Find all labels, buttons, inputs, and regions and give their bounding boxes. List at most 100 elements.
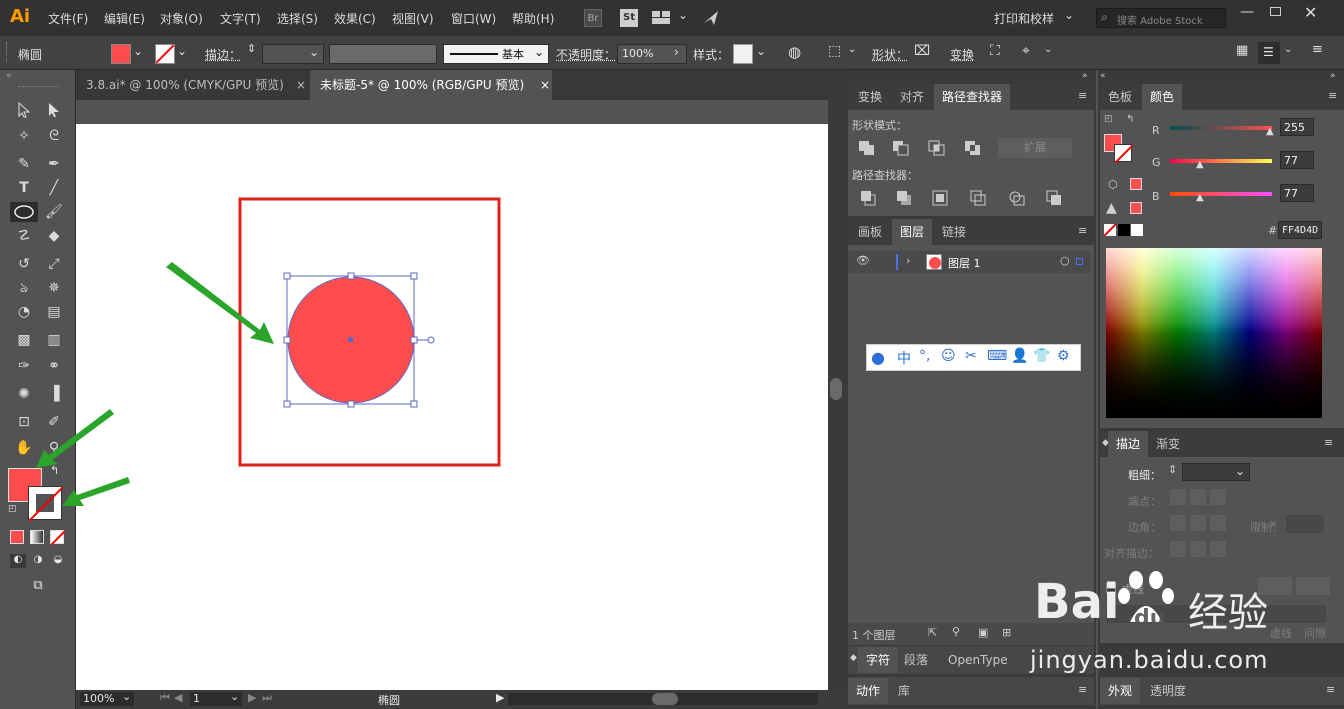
target-icon[interactable]: ○ — [1060, 254, 1070, 267]
tab-swatches[interactable]: 色板 — [1100, 84, 1140, 110]
tab-links[interactable]: 链接 — [934, 219, 974, 245]
ime-skin-icon[interactable]: 👕 — [1033, 348, 1050, 364]
divide-icon[interactable] — [860, 190, 878, 206]
arrange-panel-icon[interactable]: ▦ — [1236, 43, 1248, 58]
r-slider[interactable] — [1170, 126, 1272, 130]
panel-menu-icon[interactable]: ≡ — [1324, 436, 1333, 449]
panel-menu-icon[interactable]: ≡ — [1326, 683, 1335, 696]
hex-value-input[interactable]: FF4D4D — [1278, 221, 1322, 239]
align-center-button[interactable] — [1170, 541, 1186, 557]
panel-options-icon[interactable]: ≡ — [1312, 42, 1323, 57]
selection-indicator[interactable] — [1076, 258, 1083, 265]
ime-screenshot-icon[interactable]: ✂ — [965, 348, 977, 364]
color-spectrum[interactable] — [1106, 248, 1322, 418]
out-of-web-color-icon[interactable]: ⬡ — [1108, 178, 1118, 191]
g-slider[interactable] — [1170, 159, 1272, 163]
r-slider-thumb[interactable]: ▲ — [1266, 126, 1274, 137]
tab-align[interactable]: 对齐 — [892, 84, 932, 110]
miter-limit-input[interactable] — [1286, 515, 1324, 533]
b-slider[interactable] — [1170, 192, 1272, 196]
projecting-cap-button[interactable] — [1210, 489, 1226, 505]
tab-pathfinder[interactable]: 路径查找器 — [934, 84, 1011, 110]
tab-layers[interactable]: 图层 — [892, 219, 933, 245]
panel-menu-button[interactable]: ☰ — [1258, 42, 1280, 64]
miter-join-button[interactable] — [1170, 515, 1186, 531]
maximize-button[interactable] — [1270, 7, 1281, 16]
artboard-number-select[interactable]: 1 ⌄ — [190, 690, 242, 706]
exclude-icon[interactable] — [964, 140, 982, 156]
black-swatch[interactable] — [1118, 224, 1130, 236]
merge-icon[interactable] — [932, 190, 950, 206]
ime-logo-icon[interactable]: ● — [871, 348, 885, 367]
crop-icon[interactable] — [970, 190, 988, 206]
default-fill-stroke-icon[interactable]: ◰ — [1104, 114, 1113, 124]
tab-opentype[interactable]: OpenType — [940, 647, 1016, 673]
stock-search-input[interactable]: ⌕ 搜索 Adobe Stock — [1096, 8, 1226, 28]
new-sublayer-icon[interactable]: ⊞ — [1002, 626, 1011, 639]
bevel-join-button[interactable] — [1210, 515, 1226, 531]
workspace-switcher[interactable]: 打印和校样 — [994, 10, 1054, 27]
shape-bounds-icon[interactable]: ⌧ — [914, 43, 930, 59]
ime-chinese-mode[interactable]: 中 — [897, 348, 911, 368]
round-cap-button[interactable] — [1190, 489, 1206, 505]
horizontal-scrollbar[interactable] — [508, 693, 818, 705]
unite-icon[interactable] — [858, 140, 876, 156]
stroke-weight-input[interactable]: ⌄ — [1182, 463, 1250, 481]
align-outside-button[interactable] — [1210, 541, 1226, 557]
chevron-right-icon[interactable]: › — [906, 254, 910, 267]
web-safe-swatch[interactable] — [1130, 178, 1142, 190]
none-swatch[interactable] — [1104, 224, 1116, 236]
expand-button[interactable]: 扩展 — [998, 138, 1072, 158]
export-icon[interactable]: ⇱ — [928, 626, 937, 639]
align-inside-button[interactable] — [1190, 541, 1206, 557]
panel-menu-icon[interactable]: ≡ — [1328, 89, 1337, 102]
stepper-icon[interactable]: ⇕ — [1168, 463, 1177, 476]
stroke-color-box[interactable] — [1114, 144, 1133, 163]
chevron-down-icon[interactable]: ⌄ — [848, 44, 856, 55]
ime-keyboard-icon[interactable]: ⌨ — [987, 348, 1007, 364]
eye-icon[interactable]: 👁 — [856, 254, 870, 267]
transform-label[interactable]: 变换 — [950, 46, 974, 63]
tab-libraries[interactable]: 库 — [890, 678, 918, 704]
shape-label[interactable]: 形状： — [872, 46, 908, 63]
chevron-down-icon[interactable]: ⌄ — [1284, 44, 1292, 55]
expand-icon[interactable]: ◆ — [850, 653, 857, 663]
panel-menu-icon[interactable]: ≡ — [1078, 224, 1087, 237]
first-artboard-icon[interactable]: ⏮ — [160, 691, 170, 705]
tab-gradient[interactable]: 渐变 — [1148, 431, 1188, 457]
out-of-gamut-warning-icon[interactable]: ▲ — [1106, 200, 1117, 216]
layer-name[interactable]: 图层 1 — [948, 255, 981, 271]
outline-icon[interactable] — [1008, 190, 1026, 206]
round-join-button[interactable] — [1190, 515, 1206, 531]
previous-artboard-icon[interactable]: ◀ — [174, 691, 182, 704]
last-artboard-icon[interactable]: ⏭ — [262, 691, 272, 705]
gamut-swatch[interactable] — [1130, 202, 1142, 214]
close-window-button[interactable]: ✕ — [1304, 3, 1317, 22]
swap-fill-stroke-icon[interactable]: ↰ — [1126, 114, 1134, 125]
ime-punctuation-icon[interactable]: °, — [919, 348, 930, 364]
ime-user-icon[interactable]: 👤 — [1011, 348, 1028, 364]
layer-row[interactable]: 👁 › 图层 1 ○ — [848, 251, 1090, 273]
trim-icon[interactable] — [896, 190, 914, 206]
tab-paragraph[interactable]: 段落 — [896, 647, 936, 673]
minus-front-icon[interactable] — [892, 140, 910, 156]
minimize-button[interactable]: — — [1240, 4, 1254, 20]
tab-appearance[interactable]: 外观 — [1100, 678, 1141, 704]
tab-character[interactable]: 字符 — [858, 647, 899, 673]
r-value-input[interactable]: 255 — [1280, 118, 1314, 136]
tab-stroke[interactable]: 描边 — [1108, 431, 1149, 457]
ime-emoji-icon[interactable]: ☺ — [941, 348, 956, 364]
minus-back-icon[interactable] — [1046, 190, 1064, 206]
g-slider-thumb[interactable]: ▲ — [1196, 159, 1204, 170]
next-artboard-icon[interactable]: ▶ — [248, 691, 256, 704]
chevron-down-icon[interactable]: ⌄ — [1044, 44, 1052, 55]
b-value-input[interactable]: 77 — [1280, 184, 1314, 202]
locate-object-icon[interactable]: ⚲ — [952, 625, 960, 638]
collapse-icon[interactable]: » — [1082, 71, 1088, 81]
chevron-down-icon[interactable]: ⌄ — [1064, 8, 1074, 22]
zoom-level-select[interactable]: 100% ⌄ — [80, 690, 134, 706]
butt-cap-button[interactable] — [1170, 489, 1186, 505]
ime-settings-icon[interactable]: ⚙ — [1057, 348, 1070, 364]
tab-color[interactable]: 颜色 — [1142, 84, 1183, 110]
pie-widget-handle[interactable] — [427, 336, 435, 344]
